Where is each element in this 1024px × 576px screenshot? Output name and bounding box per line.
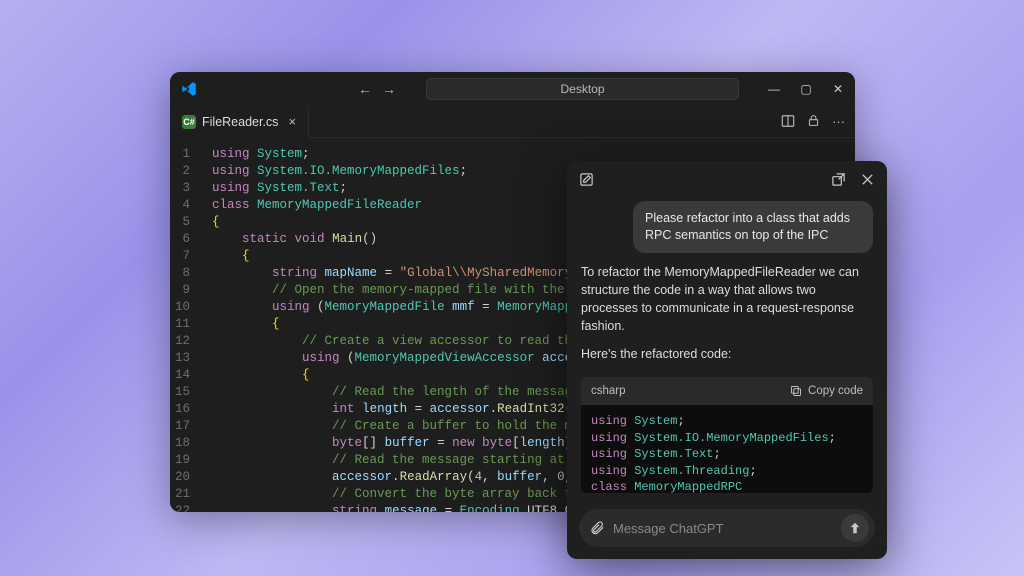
user-message: Please refactor into a class that adds R… xyxy=(633,201,873,253)
chat-panel: Please refactor into a class that adds R… xyxy=(567,161,887,559)
titlebar: ← → Desktop — ▢ ✕ xyxy=(170,72,855,106)
copy-code-label: Copy code xyxy=(808,385,863,397)
breadcrumb[interactable]: Desktop xyxy=(426,78,739,100)
lock-icon[interactable] xyxy=(807,114,820,129)
code-block: csharp Copy code using System;using Syst… xyxy=(581,377,873,493)
nav-forward-icon[interactable]: → xyxy=(380,81,398,97)
chat-body: Please refactor into a class that adds R… xyxy=(567,197,887,501)
split-editor-icon[interactable] xyxy=(781,114,795,129)
nav-back-icon[interactable]: ← xyxy=(356,81,374,97)
chat-input[interactable] xyxy=(613,521,833,536)
tabbar: C# FileReader.cs × ··· xyxy=(170,106,855,138)
close-chat-icon[interactable] xyxy=(860,172,875,187)
csharp-badge-icon: C# xyxy=(182,115,196,129)
code-block-body: using System;using System.IO.MemoryMappe… xyxy=(581,405,873,493)
chat-header xyxy=(567,161,887,197)
copy-code-button[interactable]: Copy code xyxy=(790,385,863,397)
nav-arrows: ← → xyxy=(356,81,398,97)
tab-filereader[interactable]: C# FileReader.cs × xyxy=(170,106,309,138)
vscode-logo-icon xyxy=(180,80,198,98)
breadcrumb-text: Desktop xyxy=(560,82,604,96)
window-controls: — ▢ ✕ xyxy=(767,82,845,96)
code-lang-label: csharp xyxy=(591,385,626,397)
line-gutter: 12345678910111213141516171819202122 xyxy=(170,138,202,512)
compose-icon[interactable] xyxy=(579,172,594,187)
tab-close-icon[interactable]: × xyxy=(288,114,296,129)
assistant-paragraph: To refactor the MemoryMappedFileReader w… xyxy=(581,263,873,336)
chat-input-bar xyxy=(579,509,875,547)
minimize-icon[interactable]: — xyxy=(767,82,781,96)
send-button[interactable] xyxy=(841,514,869,542)
attach-icon[interactable] xyxy=(589,520,605,536)
tab-actions: ··· xyxy=(781,114,845,129)
more-icon[interactable]: ··· xyxy=(832,114,845,129)
assistant-paragraph: Here's the refactored code: xyxy=(581,345,873,363)
popout-icon[interactable] xyxy=(831,172,846,187)
maximize-icon[interactable]: ▢ xyxy=(799,82,813,96)
close-window-icon[interactable]: ✕ xyxy=(831,82,845,96)
tab-filename: FileReader.cs xyxy=(202,115,278,129)
